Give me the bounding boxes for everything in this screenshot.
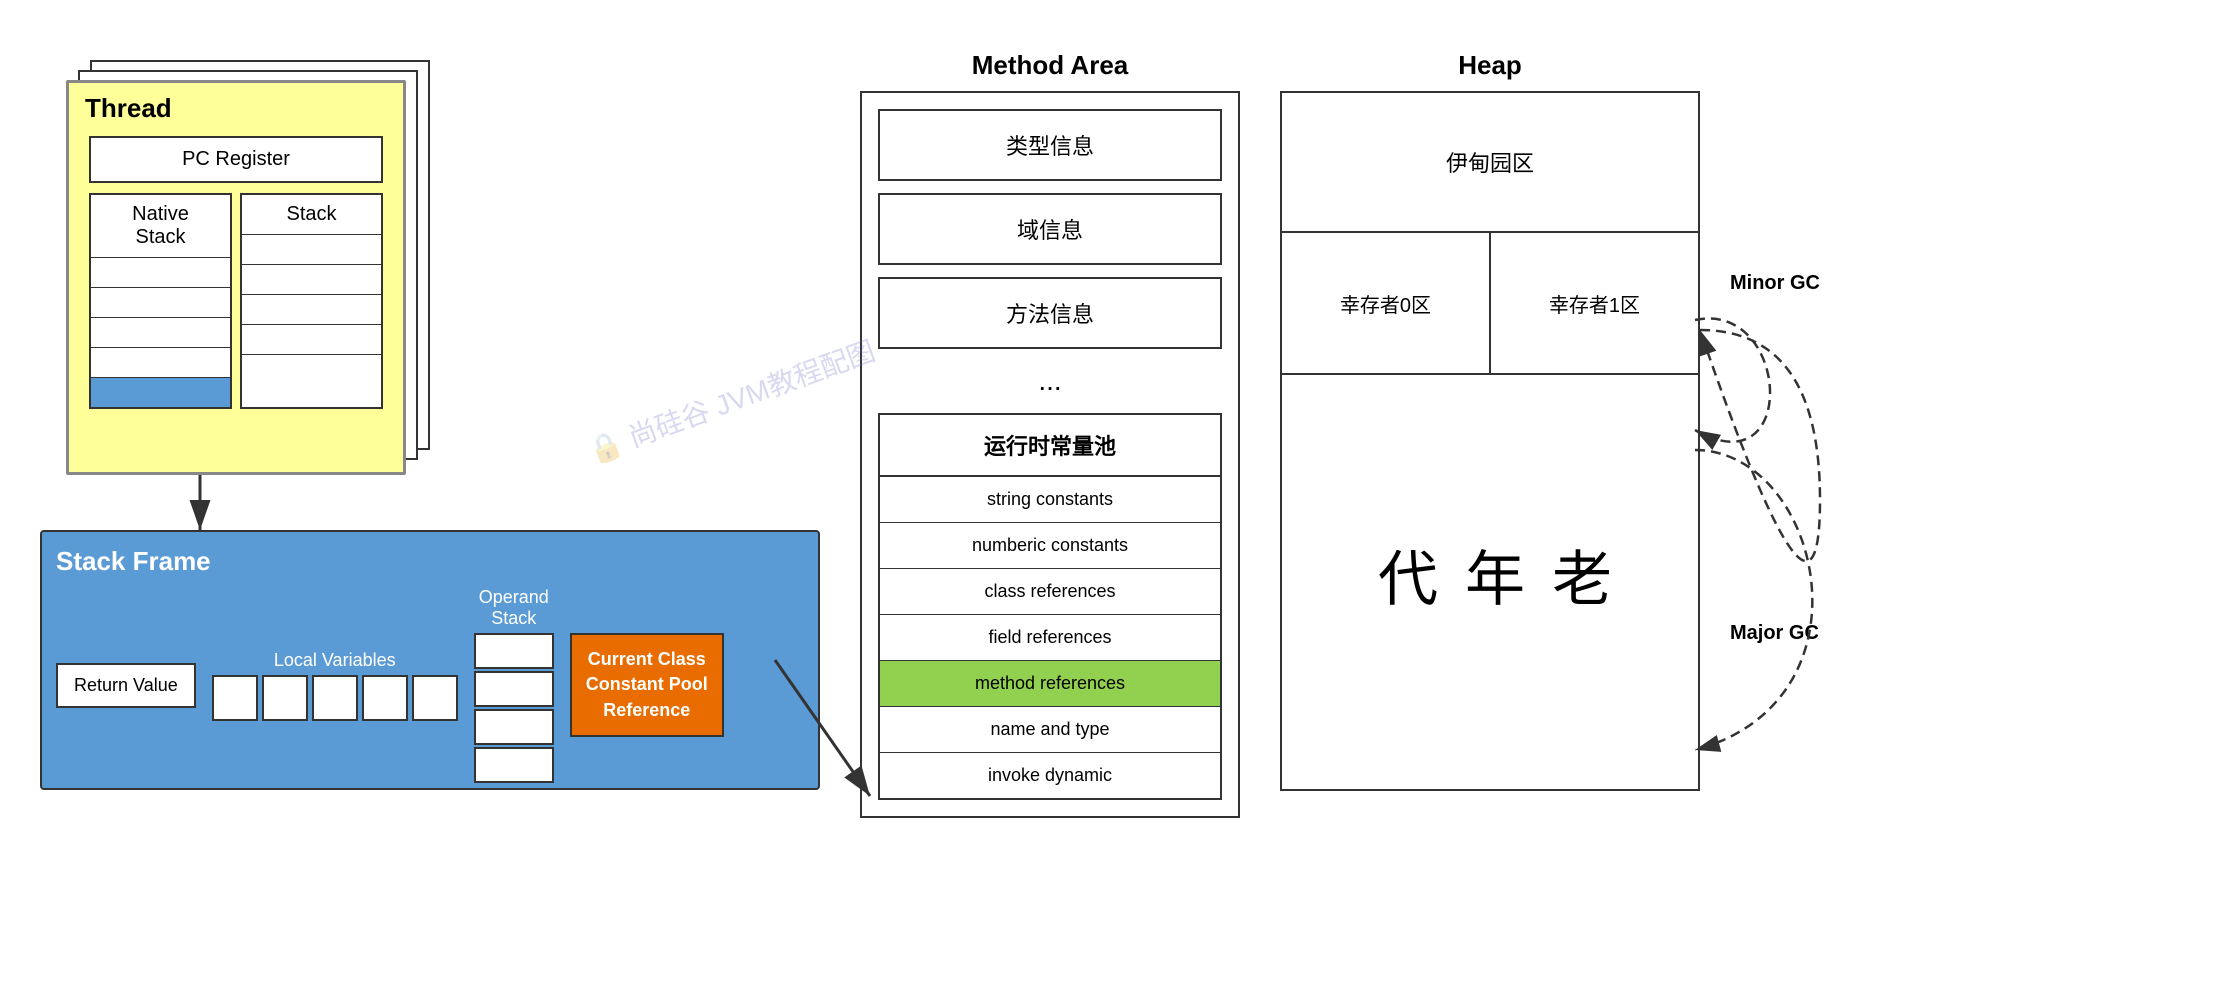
pool-item-invoke-dynamic: invoke dynamic [880,753,1220,798]
heap-box: 伊甸园区 幸存者0区 幸存者1区 老年代 [1280,91,1700,791]
local-vars-cells [212,675,458,721]
stack-box: Stack [240,193,383,409]
eden-label: 伊甸园区 [1446,146,1534,178]
local-vars-label: Local Variables [274,650,396,671]
ma-dots: ... [878,361,1222,401]
stack-label: Stack [242,195,381,234]
runtime-pool-title: 运行时常量池 [880,415,1220,477]
lv-cell-3 [312,675,358,721]
method-area-box: 类型信息 域信息 方法信息 ... 运行时常量池 string constant… [860,91,1240,818]
pool-item-field-references: field references [880,615,1220,661]
stack-frame-box: Stack Frame Return Value Local Variables… [40,530,820,790]
pool-item-class-references: class references [880,569,1220,615]
stack-row-1 [242,234,381,264]
native-row-2 [91,287,230,317]
major-gc-dashed [1695,450,1812,750]
native-stack-label: NativeStack [91,195,230,257]
lv-cell-5 [412,675,458,721]
ma-item-field: 域信息 [878,193,1222,265]
watermark: 🔒 尚硅谷 JVM教程配图 [582,329,880,470]
method-area-section: Method Area 类型信息 域信息 方法信息 ... 运行时常量池 str… [860,50,1240,818]
major-gc-label: Major GC [1730,620,1819,646]
survivor1: 幸存者1区 [1491,233,1698,373]
native-row-1 [91,257,230,287]
thread-box: Thread PC Register NativeStack Stack [66,80,406,475]
old-gen: 老年代 [1282,375,1698,789]
os-cell-1 [474,633,554,669]
native-stack-area: NativeStack Stack [89,193,383,409]
current-class-box: Current ClassConstant PoolReference [570,633,724,737]
stack-row-3 [242,294,381,324]
minor-gc-label: Minor GC [1730,270,1820,296]
os-cell-4 [474,747,554,783]
stack-frame-title: Stack Frame [56,546,804,577]
survivor-area: 幸存者0区 幸存者1区 [1282,233,1698,373]
diagram-container: Thread PC Register NativeStack Stack [0,0,2215,1007]
native-row-4 [91,347,230,377]
os-cell-3 [474,709,554,745]
stack-row-5 [242,354,381,384]
thread-papers: Thread PC Register NativeStack Stack [60,60,440,480]
runtime-pool-box: 运行时常量池 string constants numberic constan… [878,413,1222,800]
native-stack-box: NativeStack [89,193,232,409]
young-gen: 伊甸园区 幸存者0区 幸存者1区 [1282,93,1698,375]
native-row-blue [91,377,230,407]
return-value-box: Return Value [56,663,196,708]
minor-gc-arc [1700,330,1820,561]
pc-register-box: PC Register [89,136,383,183]
stack-row-4 [242,324,381,354]
operand-stack-cells [474,633,554,783]
ma-item-type: 类型信息 [878,109,1222,181]
native-row-3 [91,317,230,347]
pool-item-name-and-type: name and type [880,707,1220,753]
stack-frame-content: Return Value Local Variables OperandStac… [56,587,804,783]
minor-gc-dashed [1695,319,1770,442]
lv-cell-2 [262,675,308,721]
lv-cell-4 [362,675,408,721]
native-stack-rows [91,257,230,407]
heap-section: Heap 伊甸园区 幸存者0区 幸存者1区 老年代 [1280,50,1700,791]
pool-item-string-constants: string constants [880,477,1220,523]
local-vars-section: Local Variables [212,650,458,721]
survivor0-label: 幸存者0区 [1340,289,1431,318]
survivor1-label: 幸存者1区 [1549,289,1640,318]
heap-title: Heap [1280,50,1700,81]
operand-stack-section: OperandStack [474,587,554,783]
old-gen-text: 老年代 [1360,547,1621,617]
ma-item-method: 方法信息 [878,277,1222,349]
eden-area: 伊甸园区 [1282,93,1698,233]
survivor0: 幸存者0区 [1282,233,1491,373]
stack-rows [242,234,381,384]
method-area-title: Method Area [860,50,1240,81]
os-cell-2 [474,671,554,707]
operand-stack-label: OperandStack [479,587,549,629]
pool-item-method-references: method references [880,661,1220,707]
stack-row-2 [242,264,381,294]
thread-title: Thread [69,83,403,130]
pool-item-numeric-constants: numberic constants [880,523,1220,569]
lv-cell-1 [212,675,258,721]
